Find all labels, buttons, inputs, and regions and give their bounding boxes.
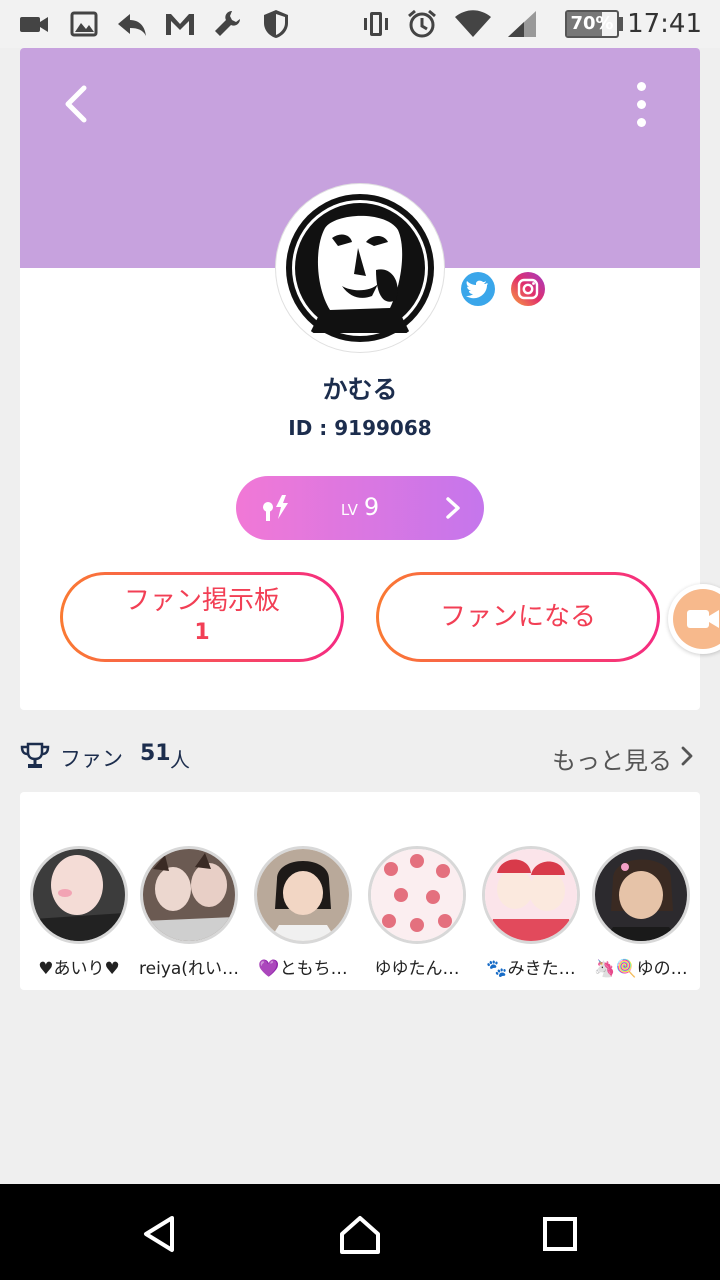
avatar-image bbox=[280, 188, 440, 348]
fan-board-count: 1 bbox=[194, 620, 210, 645]
chevron-left-icon bbox=[65, 85, 87, 123]
profile-card: かむる ID : 9199068 LV 9 ファン掲示板 1 ファンになる bbox=[20, 48, 700, 710]
level-label: LV bbox=[340, 501, 358, 519]
image-icon bbox=[70, 11, 98, 37]
fans-count: 51 bbox=[140, 741, 171, 766]
fans-unit: 人 bbox=[170, 748, 190, 772]
video-call-button[interactable] bbox=[668, 584, 720, 654]
level-button[interactable]: LV 9 bbox=[236, 476, 484, 540]
reply-icon bbox=[118, 14, 146, 36]
battery-icon: 70% bbox=[565, 10, 619, 38]
wrench-icon bbox=[215, 11, 240, 36]
fan-name: reiya(れい… bbox=[139, 959, 239, 979]
clock: 17:41 bbox=[627, 9, 702, 39]
fans-list: ♥あいり♥ reiya(れい… 💜ともち… ゆゆたん… 🐾みきた… 🦄🍭ゆの… bbox=[20, 792, 700, 990]
profile-avatar[interactable] bbox=[276, 184, 444, 352]
recents-nav-icon[interactable] bbox=[538, 1212, 582, 1256]
instagram-icon bbox=[517, 278, 539, 300]
back-nav-icon[interactable] bbox=[138, 1212, 182, 1256]
fan-item[interactable]: reiya(れい… bbox=[134, 846, 244, 979]
fan-name: ♥あいり♥ bbox=[38, 959, 120, 979]
twitter-icon bbox=[466, 280, 488, 299]
fan-name: 🐾みきた… bbox=[486, 959, 576, 979]
chevron-right-icon bbox=[446, 497, 460, 519]
fan-name: 🦄🍭ゆの… bbox=[594, 959, 688, 979]
fan-item[interactable]: 🐾みきた… bbox=[476, 846, 586, 979]
become-fan-label: ファンになる bbox=[439, 601, 596, 632]
fan-item[interactable]: ♥あいり♥ bbox=[24, 846, 134, 979]
chevron-right-icon[interactable] bbox=[680, 746, 694, 766]
fan-avatar bbox=[482, 846, 580, 944]
home-nav-icon[interactable] bbox=[338, 1212, 382, 1256]
navigation-bar bbox=[0, 1184, 720, 1280]
twitter-button[interactable] bbox=[461, 272, 495, 306]
wifi-icon bbox=[455, 10, 491, 37]
fan-avatar bbox=[368, 846, 466, 944]
fan-board-label: ファン掲示板 bbox=[123, 586, 280, 616]
fan-avatar bbox=[30, 846, 128, 944]
user-id: ID : 9199068 bbox=[288, 416, 432, 440]
status-bar: 70% 17:41 bbox=[0, 0, 720, 48]
battery-percent: 70% bbox=[570, 13, 614, 34]
fan-name: 💜ともち… bbox=[258, 959, 348, 979]
fan-item[interactable]: 💜ともち… bbox=[248, 846, 358, 979]
signal-icon bbox=[508, 11, 536, 37]
level-value: 9 bbox=[363, 493, 380, 521]
fan-avatar bbox=[254, 846, 352, 944]
fans-label: ファン bbox=[60, 747, 123, 771]
video-camera-icon bbox=[687, 610, 719, 628]
trophy-icon bbox=[20, 742, 50, 768]
fan-item[interactable]: 🦄🍭ゆの… bbox=[586, 846, 696, 979]
fans-header: ファン 51 人 もっと見る bbox=[20, 734, 700, 778]
become-fan-button[interactable]: ファンになる bbox=[376, 572, 660, 662]
user-name: かむる bbox=[322, 375, 398, 404]
fan-name: ゆゆたん… bbox=[374, 959, 460, 979]
shield-icon bbox=[264, 10, 288, 38]
gmail-icon bbox=[166, 14, 194, 35]
back-button[interactable] bbox=[54, 80, 102, 128]
vibrate-icon bbox=[364, 12, 388, 36]
alarm-icon bbox=[408, 9, 436, 38]
fan-item[interactable]: ゆゆたん… bbox=[362, 846, 472, 979]
fan-avatar bbox=[140, 846, 238, 944]
instagram-button[interactable] bbox=[511, 272, 545, 306]
fan-avatar bbox=[592, 846, 690, 944]
fan-board-button[interactable]: ファン掲示板 1 bbox=[60, 572, 344, 662]
more-vertical-icon bbox=[637, 82, 646, 91]
more-options-button[interactable] bbox=[624, 78, 658, 132]
see-more-link[interactable]: もっと見る bbox=[552, 741, 672, 776]
video-camera-icon bbox=[20, 17, 48, 32]
